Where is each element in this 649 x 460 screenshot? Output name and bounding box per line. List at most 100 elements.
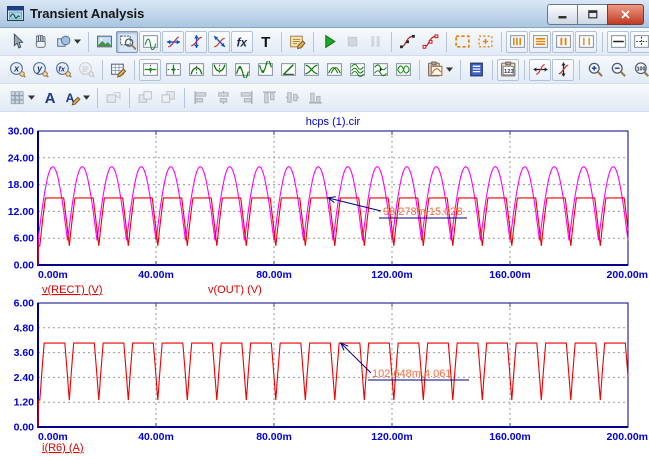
- pan-hand-icon: [32, 33, 49, 50]
- tokens-button[interactable]: [419, 31, 441, 53]
- text-tool-button[interactable]: T: [254, 31, 276, 53]
- panel-v-icon: [509, 33, 526, 50]
- graphics-tool-button[interactable]: [52, 31, 83, 53]
- panel-both-button[interactable]: [552, 31, 574, 53]
- chart-canvas[interactable]: 30.0024.0018.0012.006.000.000.00m40.00m8…: [0, 112, 649, 298]
- properties-button[interactable]: [286, 31, 308, 53]
- cursor-values-button[interactable]: 123: [497, 59, 519, 81]
- formula-tool-button[interactable]: fx: [231, 31, 253, 53]
- edit-table-button[interactable]: [107, 59, 129, 81]
- toolbar-separator: [97, 88, 98, 108]
- toolbar-separator: [391, 32, 392, 52]
- x-tick-label: 120.00m: [371, 431, 412, 443]
- series-label[interactable]: v(OUT) (V): [208, 284, 262, 296]
- panel-h-icon: [532, 33, 549, 50]
- pan-y-tool-button[interactable]: [185, 31, 207, 53]
- y-tick-label: 2.40: [14, 372, 35, 384]
- alT-icon: [261, 89, 278, 106]
- font-button[interactable]: A: [38, 87, 60, 109]
- plot-frame: [38, 303, 628, 427]
- stop-button: [341, 31, 363, 53]
- close-button[interactable]: [607, 4, 644, 25]
- arrow-y-curve-icon: [188, 33, 205, 50]
- zoom-text-button: [75, 59, 97, 81]
- panel-horizontal-button[interactable]: [529, 31, 551, 53]
- select-tool-button[interactable]: [6, 31, 28, 53]
- fx-icon: fx: [234, 33, 251, 50]
- toolbar-separator: [602, 32, 603, 52]
- annotation-label[interactable]: 98.278m,15.028: [383, 206, 463, 218]
- toolbar-separator: [102, 60, 103, 80]
- data-points-button[interactable]: [396, 31, 418, 53]
- grid-layout-button[interactable]: [6, 87, 37, 109]
- x-tick-label: 160.00m: [489, 431, 530, 443]
- go-to-peak-button[interactable]: [185, 59, 207, 81]
- select-region-button[interactable]: [451, 31, 473, 53]
- series-label[interactable]: v(RECT) (V): [42, 284, 103, 296]
- pan-tool-button[interactable]: [29, 31, 51, 53]
- intersection-button[interactable]: [346, 59, 368, 81]
- paste-wave-button[interactable]: [424, 59, 455, 81]
- toolbar-separator: [313, 32, 314, 52]
- annotation-label[interactable]: 102.648m,4.061: [372, 368, 452, 380]
- zoom-formula-button[interactable]: fx: [52, 59, 74, 81]
- zoom-select-tool-button[interactable]: [116, 31, 138, 53]
- select-arrow-icon: [9, 33, 26, 50]
- go-to-valley-button[interactable]: [208, 59, 230, 81]
- zoom-100-button[interactable]: 100: [630, 59, 649, 81]
- panel-vh-icon: [555, 33, 572, 50]
- zoom-out-button[interactable]: [607, 59, 629, 81]
- go-to-x-button[interactable]: [300, 59, 322, 81]
- panel-two-button[interactable]: [575, 31, 597, 53]
- fontA-icon: A: [41, 89, 58, 106]
- run-icon: [321, 33, 338, 50]
- tag-horizontal-button[interactable]: [139, 59, 161, 81]
- chart-canvas[interactable]: 6.004.803.602.401.200.000.00m40.00m80.00…: [0, 298, 649, 455]
- transient-plot-top[interactable]: 30.0024.0018.0012.006.000.000.00m40.00m8…: [0, 112, 649, 298]
- toolbar-separator: [419, 60, 420, 80]
- separate-axes-button[interactable]: [630, 31, 649, 53]
- tag-region-button[interactable]: [474, 31, 496, 53]
- numeric-output-button[interactable]: [465, 59, 487, 81]
- ztext-icon: [78, 61, 95, 78]
- series-label[interactable]: i(R6) (A): [42, 442, 84, 454]
- window-controls: [548, 4, 644, 25]
- zoom-y-button[interactable]: y: [29, 59, 51, 81]
- font-style-button[interactable]: A: [61, 87, 92, 109]
- go-to-y-button[interactable]: [323, 59, 345, 81]
- align-center-button: [212, 87, 234, 109]
- alM-icon: [284, 89, 301, 106]
- pan-x-tool-button[interactable]: [162, 31, 184, 53]
- titlebar[interactable]: Transient Analysis: [0, 0, 649, 28]
- scale-window-tool-button[interactable]: [139, 31, 161, 53]
- y-tick-label: 0.00: [14, 260, 35, 272]
- transient-plot-bottom[interactable]: 6.004.803.602.401.200.000.00m40.00m80.00…: [0, 298, 649, 455]
- x-tick-label: 200.00m: [607, 431, 648, 443]
- toolbar-separator: [129, 88, 130, 108]
- valley-marker-button[interactable]: [254, 59, 276, 81]
- cursor-horizontal-button[interactable]: [529, 59, 551, 81]
- zoom-x-button[interactable]: x: [6, 59, 28, 81]
- tagh-icon: [142, 61, 159, 78]
- run-button[interactable]: [318, 31, 340, 53]
- minimize-button[interactable]: [547, 4, 578, 25]
- tag-vertical-button[interactable]: [162, 59, 184, 81]
- image-tool-button[interactable]: [93, 31, 115, 53]
- chart-title: hcps (1).cir: [306, 116, 361, 128]
- envelope-button[interactable]: [392, 59, 414, 81]
- dash-rect-plus-icon: [477, 33, 494, 50]
- zoom-in-button[interactable]: [584, 59, 606, 81]
- maximize-button[interactable]: [577, 4, 608, 25]
- cross2-icon: [326, 61, 343, 78]
- text-T-icon: T: [257, 33, 274, 50]
- peak-marker-button[interactable]: [231, 59, 253, 81]
- slope-tool-button[interactable]: [277, 59, 299, 81]
- z100-icon: 100: [633, 61, 649, 78]
- multi1-icon: [349, 61, 366, 78]
- pan-xy-tool-button[interactable]: [208, 31, 230, 53]
- toolbar-separator: [446, 32, 447, 52]
- branch-curves-button[interactable]: [369, 59, 391, 81]
- panel-vertical-button[interactable]: [506, 31, 528, 53]
- cursor-vertical-button[interactable]: [552, 59, 574, 81]
- single-axis-button[interactable]: [607, 31, 629, 53]
